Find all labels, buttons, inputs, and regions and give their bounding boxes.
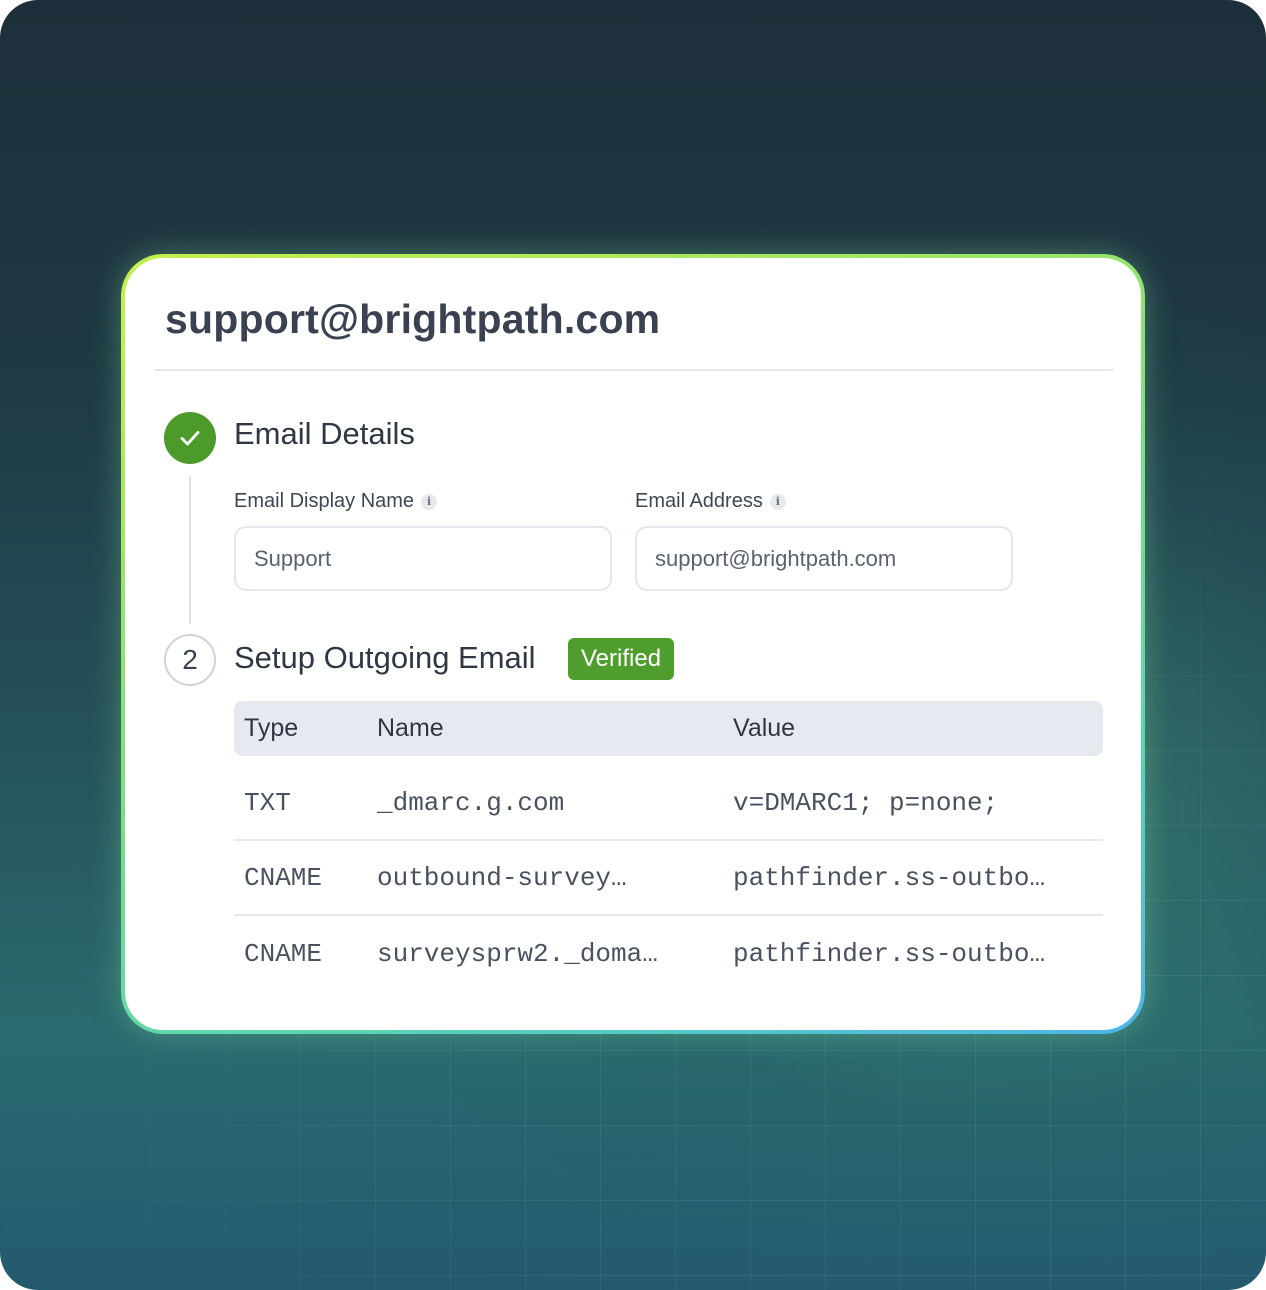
display-name-input[interactable]: Support — [234, 526, 612, 591]
table-row: CNAME outbound-survey… pathfinder.ss-out… — [234, 841, 1103, 916]
display-name-label: Email Display Name i — [234, 490, 438, 513]
display-name-label-text: Email Display Name — [234, 490, 415, 512]
column-header-value: Value — [733, 714, 796, 742]
record-type: TXT — [244, 787, 291, 818]
display-name-value: Support — [254, 545, 332, 571]
email-settings-card: support@brightpath.com Email Details Ema… — [125, 258, 1141, 1030]
verified-badge: Verified — [568, 638, 675, 680]
card-title: support@brightpath.com — [165, 296, 661, 342]
step-connector-line — [189, 476, 191, 624]
table-header: Type Name Value — [234, 701, 1103, 756]
table-row: TXT _dmarc.g.com v=DMARC1; p=none; — [234, 766, 1103, 841]
background-frame: support@brightpath.com Email Details Ema… — [0, 0, 1266, 1290]
column-header-name: Name — [377, 714, 444, 742]
dns-records-table: Type Name Value TXT _dmarc.g.com v=DMARC… — [234, 701, 1103, 991]
record-value: v=DMARC1; p=none; — [733, 787, 999, 818]
info-icon[interactable]: i — [421, 493, 438, 510]
email-address-input[interactable]: support@brightpath.com — [635, 526, 1013, 591]
record-name: surveysprw2._doma… — [377, 938, 658, 969]
section-title-email-details: Email Details — [234, 416, 415, 451]
title-divider — [155, 369, 1113, 371]
step-completed-indicator — [164, 412, 216, 464]
step-number-indicator: 2 — [164, 634, 216, 686]
email-address-label-text: Email Address — [635, 490, 763, 512]
record-value: pathfinder.ss-outbo… — [733, 938, 1046, 969]
check-icon — [180, 431, 200, 446]
section-title-setup-outgoing-email: Setup Outgoing Email — [234, 640, 536, 675]
record-value: pathfinder.ss-outbo… — [733, 862, 1046, 893]
record-name: outbound-survey… — [377, 862, 627, 893]
email-address-label: Email Address i — [635, 490, 786, 513]
record-type: CNAME — [244, 862, 323, 893]
column-header-type: Type — [244, 714, 299, 742]
email-address-value: support@brightpath.com — [655, 545, 897, 571]
table-row: CNAME surveysprw2._doma… pathfinder.ss-o… — [234, 916, 1103, 991]
record-type: CNAME — [244, 938, 323, 969]
record-name: _dmarc.g.com — [377, 787, 565, 818]
info-icon[interactable]: i — [769, 493, 786, 510]
